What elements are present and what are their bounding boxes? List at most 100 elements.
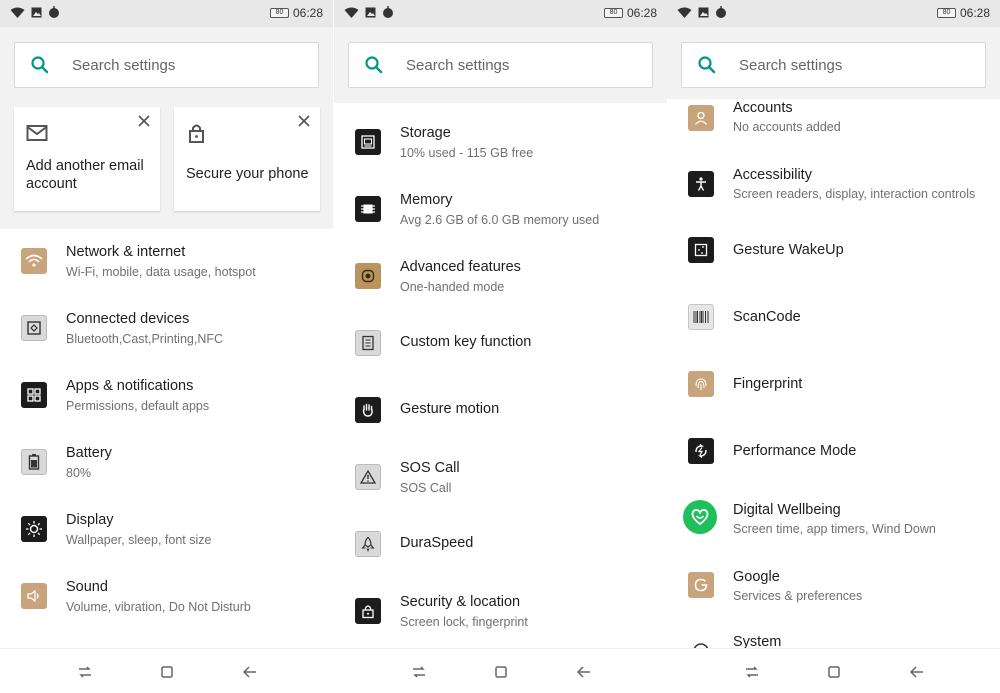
item-subtitle: Services & preferences [733,589,863,603]
search-placeholder: Search settings [72,56,176,74]
item-title: Storage [400,125,451,141]
hand-gesture-icon [355,397,381,423]
item-title: Performance Mode [733,443,857,459]
item-title: Connected devices [66,311,190,327]
settings-item-custom-key[interactable]: Custom key function [334,304,667,370]
settings-item-display[interactable]: Display Wallpaper, sleep, font size [0,497,333,563]
item-title: Fingerprint [733,376,803,392]
battery-indicator: 80 [269,8,289,18]
settings-item-sos-call[interactable]: SOS Call SOS Call [334,438,667,504]
settings-item-connected-devices[interactable]: Connected devices Bluetooth,Cast,Printin… [0,296,333,362]
settings-item-gesture-wakeup[interactable]: Gesture WakeUp [667,224,1000,290]
wifi-signal-icon [677,7,692,18]
item-title: Security & location [400,594,521,610]
search-bar-area: Search settings [0,27,333,103]
app-notification-icon [49,6,59,18]
item-title: ScanCode [733,309,801,325]
item-subtitle: Screen readers, display, interaction con… [733,187,976,201]
settings-item-storage[interactable]: Storage 10% used - 115 GB free [334,103,667,169]
back-icon[interactable] [575,663,593,681]
settings-item-accessibility[interactable]: Accessibility Screen readers, display, i… [667,157,1000,223]
suggestion-card-secure[interactable]: Secure your phone [174,107,320,211]
item-subtitle: Screen lock, fingerprint [400,615,528,629]
item-title: Accounts [733,100,793,116]
status-time: 06:28 [959,6,990,20]
barcode-icon [688,304,714,330]
navigation-bar [0,648,333,693]
search-input[interactable]: Search settings [681,42,986,88]
home-icon[interactable] [825,663,843,681]
item-subtitle: Wi-Fi, mobile, data usage, hotspot [66,265,256,279]
search-placeholder: Search settings [406,56,510,74]
battery-icon [21,449,47,475]
search-icon [31,56,49,74]
item-title: Display [66,512,114,528]
settings-item-accounts[interactable]: Accounts No accounts added [667,90,1000,156]
settings-screen-1: 80 06:28 Search settings Add another ema… [0,0,333,693]
item-subtitle: 10% used - 115 GB free [400,146,534,160]
suggestion-card-email[interactable]: Add another email account [14,107,160,211]
image-notification-icon [31,7,42,17]
search-bar-area: Search settings [667,27,1000,99]
settings-screen-3: Accounts No accounts added Accessibility… [667,0,1000,693]
performance-icon [688,438,714,464]
rocket-icon [355,531,381,557]
item-title: Memory [400,192,453,208]
settings-item-gesture-motion[interactable]: Gesture motion [334,371,667,437]
item-title: Network & internet [66,244,186,260]
settings-item-google[interactable]: Google Services & preferences [667,559,1000,625]
home-icon[interactable] [158,663,176,681]
item-title: Google [733,569,780,585]
close-icon[interactable] [296,113,312,129]
item-subtitle: One-handed mode [400,280,505,294]
item-title: Gesture WakeUp [733,242,844,258]
item-title: DuraSpeed [400,535,474,551]
settings-item-apps[interactable]: Apps & notifications Permissions, defaul… [0,363,333,429]
recents-icon[interactable] [743,663,761,681]
google-icon [688,572,714,598]
settings-item-performance-mode[interactable]: Performance Mode [667,425,1000,491]
image-notification-icon [365,7,376,17]
search-input[interactable]: Search settings [348,42,653,88]
search-placeholder: Search settings [739,56,843,74]
status-bar: 80 06:28 [667,0,1000,27]
item-subtitle: 80% [66,466,92,480]
status-bar: 80 06:28 [0,0,333,27]
item-title: Accessibility [733,167,812,183]
settings-item-network[interactable]: Network & internet Wi-Fi, mobile, data u… [0,229,333,295]
settings-screen-2: 80 06:28 Search settings Storage 10% use… [334,0,667,693]
lock-icon [355,598,381,624]
close-icon[interactable] [136,113,152,129]
settings-screens: 80 06:28 Search settings Add another ema… [0,0,1000,693]
app-notification-icon [716,6,726,18]
settings-item-sound[interactable]: Sound Volume, vibration, Do Not Disturb [0,564,333,630]
search-bar-area: Search settings [334,27,667,103]
warning-triangle-icon [355,464,381,490]
wifi-signal-icon [344,7,359,18]
settings-item-battery[interactable]: Battery 80% [0,430,333,496]
settings-item-scancode[interactable]: ScanCode [667,291,1000,357]
back-icon[interactable] [908,663,926,681]
wellbeing-heart-icon [683,500,717,534]
settings-item-digital-wellbeing[interactable]: Digital Wellbeing Screen time, app timer… [667,492,1000,558]
home-icon[interactable] [492,663,510,681]
recents-icon[interactable] [76,663,94,681]
memory-chip-icon [355,196,381,222]
search-input[interactable]: Search settings [14,42,319,88]
item-title: SOS Call [400,460,460,476]
settings-item-duraspeed[interactable]: DuraSpeed [334,505,667,571]
item-subtitle: Volume, vibration, Do Not Disturb [66,600,251,614]
settings-item-advanced-features[interactable]: Advanced features One-handed mode [334,237,667,303]
item-subtitle: Bluetooth,Cast,Printing,NFC [66,332,224,346]
item-title: Battery [66,445,112,461]
recents-icon[interactable] [410,663,428,681]
settings-item-security-location[interactable]: Security & location Screen lock, fingerp… [334,572,667,638]
search-icon [365,56,383,74]
settings-item-memory[interactable]: Memory Avg 2.6 GB of 6.0 GB memory used [334,170,667,236]
status-time: 06:28 [626,6,657,20]
settings-item-fingerprint[interactable]: Fingerprint [667,358,1000,424]
mail-icon [26,125,48,141]
wifi-icon [21,248,47,274]
back-icon[interactable] [241,663,259,681]
navigation-bar [334,648,667,693]
